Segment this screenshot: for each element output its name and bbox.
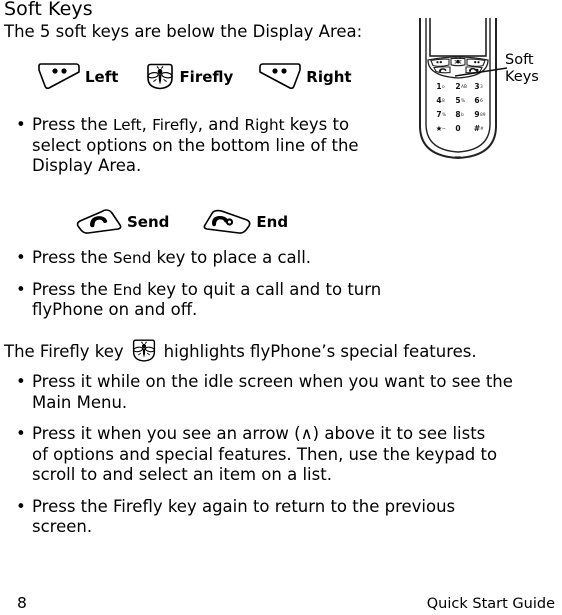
bullet-text-line1: Press it while on the idle screen when y… [32, 372, 513, 391]
keyword-end: End [113, 280, 142, 299]
page-title: Soft Keys [4, 0, 93, 20]
bullet-text-post: keys to [284, 115, 350, 134]
list-item-text: Press the Firefly key again to return to… [32, 497, 455, 538]
bullet-marker: • [16, 496, 26, 516]
svg-text:3: 3 [474, 82, 479, 91]
list-item-text: Press it while on the idle screen when y… [32, 372, 513, 413]
firefly-intro-post: highlights flyPhone’s special features. [163, 341, 477, 361]
bullet-text-pre: Press the [32, 279, 113, 299]
bullet-marker: • [16, 372, 26, 391]
bullet-text-post: key to quit a call and to turn [141, 279, 382, 299]
right-softkey-icon [257, 62, 303, 92]
callkey-bullet-list: • Press the Send key to place a call. • … [16, 248, 416, 321]
list-item: • Press it while on the idle screen when… [16, 372, 546, 413]
svg-text:3: 3 [480, 84, 483, 90]
svg-text:#: # [480, 126, 484, 132]
footer-guide-label: Quick Start Guide [426, 596, 555, 612]
bullet-text-line2: flyPhone on and off. [32, 300, 198, 319]
softkeys-callout-label: Soft Keys [505, 52, 539, 86]
svg-text:7: 7 [436, 110, 441, 119]
bullet-text-line3: scroll to and select an item on a list. [32, 465, 332, 484]
bullet-text-mid1: , [141, 115, 153, 134]
bullet-text-line2: select options on the bottom line of the [32, 135, 359, 155]
svg-text:6: 6 [480, 98, 483, 104]
intro-sentence: The 5 soft keys are below the Display Ar… [4, 22, 363, 41]
display-screen [429, 18, 487, 57]
svg-text:9: 9 [474, 110, 479, 119]
svg-text:5: 5 [455, 96, 460, 105]
legend-right-key: Right [257, 62, 352, 92]
bullet-marker: • [16, 424, 26, 443]
bullet-text-post: key to place a call. [151, 248, 312, 267]
bullet-text-line2: Main Menu. [32, 392, 128, 412]
softkey-bullet-list: • Press the Left, Firefly, and Right key… [16, 115, 386, 177]
legend-left-label: Left [85, 68, 119, 86]
keyword-left: Left [113, 116, 142, 134]
bullet-text-line2: of options and special features. Then, u… [32, 444, 498, 464]
svg-text:8: 8 [442, 98, 445, 104]
svg-text:89: 89 [480, 112, 486, 118]
bullet-text-mid2: , and [197, 115, 245, 134]
list-item-text: Press the Left, Firefly, and Right keys … [32, 115, 359, 177]
svg-text:%: % [442, 112, 446, 118]
legend-send-key: Send [76, 208, 169, 236]
callout-leader-line [455, 67, 508, 77]
bullet-marker: • [16, 248, 26, 267]
svg-text:6: 6 [474, 96, 479, 105]
legend-send-label: Send [127, 213, 170, 231]
send-key-icon [76, 208, 124, 236]
svg-text:%: % [461, 98, 465, 104]
legend-firefly-key: Firefly [144, 62, 233, 92]
list-item-text: Press the End key to quit a call and to … [32, 280, 381, 321]
firefly-key-icon [144, 62, 176, 92]
bullet-text-line3: Display Area. [32, 156, 142, 175]
legend-right-label: Right [306, 68, 352, 86]
keyword-firefly: Firefly [152, 116, 198, 134]
svg-text:AB: AB [461, 84, 467, 90]
phone-illustration: 123 456 789 ★ 0 # o AB 3 8% 6 % b 89 ~ # [408, 18, 508, 163]
callkey-legend-row: Send End [76, 208, 288, 236]
list-item: • Press the Left, Firefly, and Right key… [16, 115, 386, 177]
list-item: • Press it when you see an arrow (∧) abo… [16, 424, 546, 486]
list-item-text: Press it when you see an arrow (∧) above… [32, 424, 497, 486]
firefly-intro-pre: The Firefly key [4, 341, 124, 361]
firefly-intro-line: The Firefly key highlights flyPhone’s sp… [4, 338, 477, 364]
svg-text:~: ~ [442, 127, 446, 132]
bullet-text-pre: Press the [32, 115, 113, 134]
left-softkey-icon [36, 62, 82, 92]
svg-text:o: o [442, 85, 445, 90]
callout-line-2: Keys [505, 69, 539, 85]
footer-page-number: 8 [17, 594, 27, 612]
svg-text:8: 8 [455, 110, 460, 119]
bullet-text-line2: screen. [32, 517, 93, 536]
legend-end-label: End [256, 213, 289, 231]
list-item: • Press the Firefly key again to return … [16, 497, 546, 538]
list-item: • Press the Send key to place a call. [16, 248, 416, 269]
legend-firefly-label: Firefly [179, 68, 234, 86]
bullet-text-line1: Press it when you see an arrow (∧) above… [32, 424, 486, 443]
legend-end-key: End [199, 208, 288, 236]
keyword-send: Send [113, 249, 152, 267]
bullet-text-line1: Press the Firefly key again to return to… [32, 496, 456, 516]
legend-left-key: Left [36, 62, 118, 92]
firefly-bullet-list: • Press it while on the idle screen when… [16, 372, 546, 549]
svg-text:1: 1 [436, 82, 441, 91]
firefly-key-icon [129, 338, 159, 364]
svg-text:0: 0 [455, 124, 460, 133]
svg-text:b: b [461, 112, 464, 118]
bullet-marker: • [16, 279, 26, 299]
bullet-text-pre: Press the [32, 248, 113, 267]
list-item-text: Press the Send key to place a call. [32, 248, 311, 269]
keyword-right: Right [244, 116, 285, 134]
svg-text:2: 2 [455, 82, 460, 91]
callout-line-1: Soft [505, 52, 534, 68]
svg-text:4: 4 [436, 96, 441, 105]
end-key-icon [199, 208, 253, 236]
bullet-marker: • [16, 115, 26, 134]
softkey-legend-row: Left Firefly Right [36, 62, 352, 92]
list-item: • Press the End key to quit a call and t… [16, 280, 416, 321]
